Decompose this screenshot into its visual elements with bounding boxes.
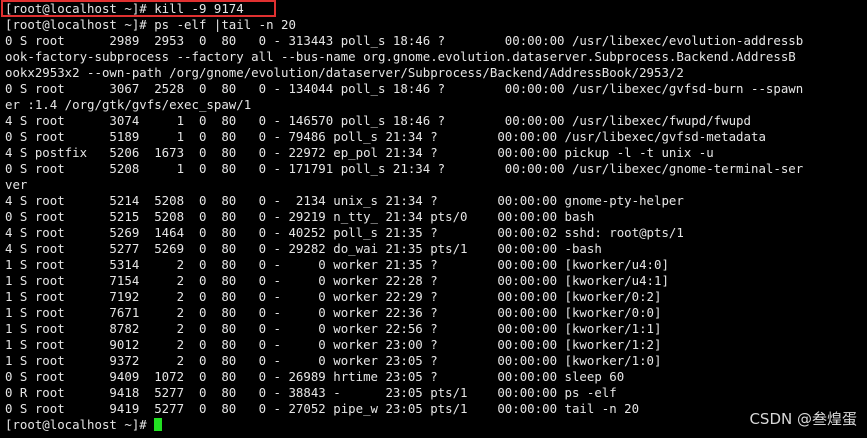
text-cursor [154, 418, 163, 431]
terminal-output-line: 1 S root 9012 2 0 80 0 - 0 worker 23:00 … [5, 337, 662, 352]
csdn-watermark: CSDN @叁煌蛋 [749, 410, 857, 428]
terminal-output-line: 1 S root 7154 2 0 80 0 - 0 worker 22:28 … [5, 273, 669, 288]
terminal-output-line: 0 S root 5189 1 0 80 0 - 79486 poll_s 21… [5, 129, 766, 144]
terminal-output-line: ook-factory-subprocess --factory all --b… [5, 49, 796, 64]
terminal-output-line: 1 S root 5314 2 0 80 0 - 0 worker 21:35 … [5, 257, 669, 272]
terminal-output-line: 4 S root 3074 1 0 80 0 - 146570 poll_s 1… [5, 113, 751, 128]
terminal-output-line: 1 S root 7671 2 0 80 0 - 0 worker 22:36 … [5, 305, 662, 320]
kill-command-line: [root@localhost ~]# kill -9 9174 [5, 1, 244, 16]
terminal-output-line: 4 S root 5277 5269 0 80 0 - 29282 do_wai… [5, 241, 602, 256]
terminal-output-line: 1 S root 7192 2 0 80 0 - 0 worker 22:29 … [5, 289, 662, 304]
terminal-output-line: 0 S root 5208 1 0 80 0 - 171791 poll_s 2… [5, 161, 804, 176]
terminal-output: [root@localhost ~]# ps -elf |tail -n 20 0… [5, 17, 867, 417]
terminal-output-line: [root@localhost ~]# ps -elf |tail -n 20 [5, 17, 296, 32]
terminal-output-line: er :1.4 /org/gtk/gvfs/exec_spaw/1 [5, 97, 252, 112]
terminal-output-line: 0 S root 5215 5208 0 80 0 - 29219 n_tty_… [5, 209, 595, 224]
terminal-window[interactable]: [root@localhost ~]# kill -9 9174 [root@l… [0, 0, 867, 438]
terminal-prompt: [root@localhost ~]# [5, 417, 155, 432]
terminal-output-line: ookx2953x2 --own-path /org/gnome/evoluti… [5, 65, 684, 80]
terminal-output-line: 0 S root 3067 2528 0 80 0 - 134044 poll_… [5, 81, 804, 96]
terminal-output-line: 0 S root 9419 5277 0 80 0 - 27052 pipe_w… [5, 401, 640, 416]
terminal-output-line: 4 S postfix 5206 1673 0 80 0 - 22972 ep_… [5, 145, 714, 160]
terminal-output-line: 4 S root 5214 5208 0 80 0 - 2134 unix_s … [5, 193, 684, 208]
terminal-output-line: 1 S root 8782 2 0 80 0 - 0 worker 22:56 … [5, 321, 662, 336]
terminal-output-line: 4 S root 5269 1464 0 80 0 - 40252 poll_s… [5, 225, 684, 240]
terminal-prompt-line[interactable]: [root@localhost ~]# [5, 417, 867, 433]
terminal-output-line: ver [5, 177, 28, 192]
terminal-output-line: 0 S root 2989 2953 0 80 0 - 313443 poll_… [5, 33, 804, 48]
terminal-output-line: 0 R root 9418 5277 0 80 0 - 38843 - 23:0… [5, 385, 617, 400]
terminal-output-line: 1 S root 9372 2 0 80 0 - 0 worker 23:05 … [5, 353, 662, 368]
terminal-output-line: 0 S root 9409 1072 0 80 0 - 26989 hrtime… [5, 369, 625, 384]
